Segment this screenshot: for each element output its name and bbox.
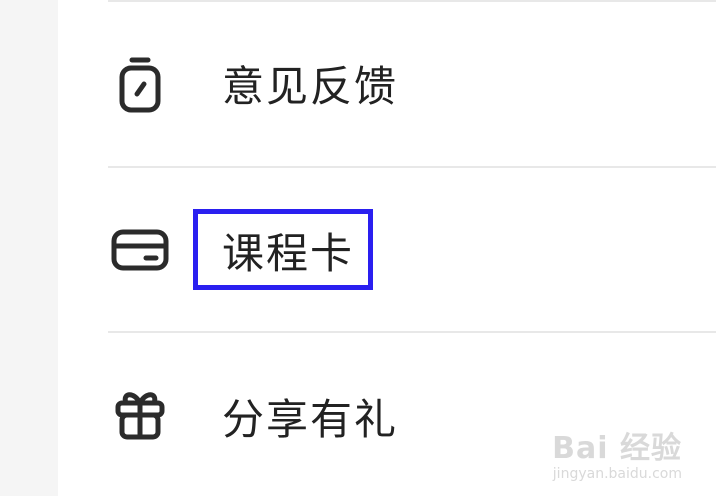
gift-icon: [115, 392, 165, 440]
menu-item-label: 分享有礼: [222, 395, 399, 444]
highlight-annotation-box: [193, 209, 373, 290]
watermark-url: jingyan.baidu.com: [552, 466, 682, 482]
watermark-logo-text: Bai 经验: [552, 431, 682, 466]
screen: 意见反馈 课程卡 分享有礼 Bai 经验 jingyan.baidu.com: [0, 0, 716, 496]
card-icon: [111, 229, 169, 271]
menu-item-feedback[interactable]: 意见反馈: [58, 2, 716, 166]
settings-menu: 意见反馈 课程卡 分享有礼: [58, 0, 716, 496]
menu-item-label: 意见反馈: [222, 62, 399, 111]
stopwatch-icon: [119, 57, 161, 113]
watermark: Bai 经验 jingyan.baidu.com: [552, 431, 682, 483]
left-background-strip: [0, 0, 58, 496]
menu-item-course-card[interactable]: 课程卡: [58, 168, 716, 332]
